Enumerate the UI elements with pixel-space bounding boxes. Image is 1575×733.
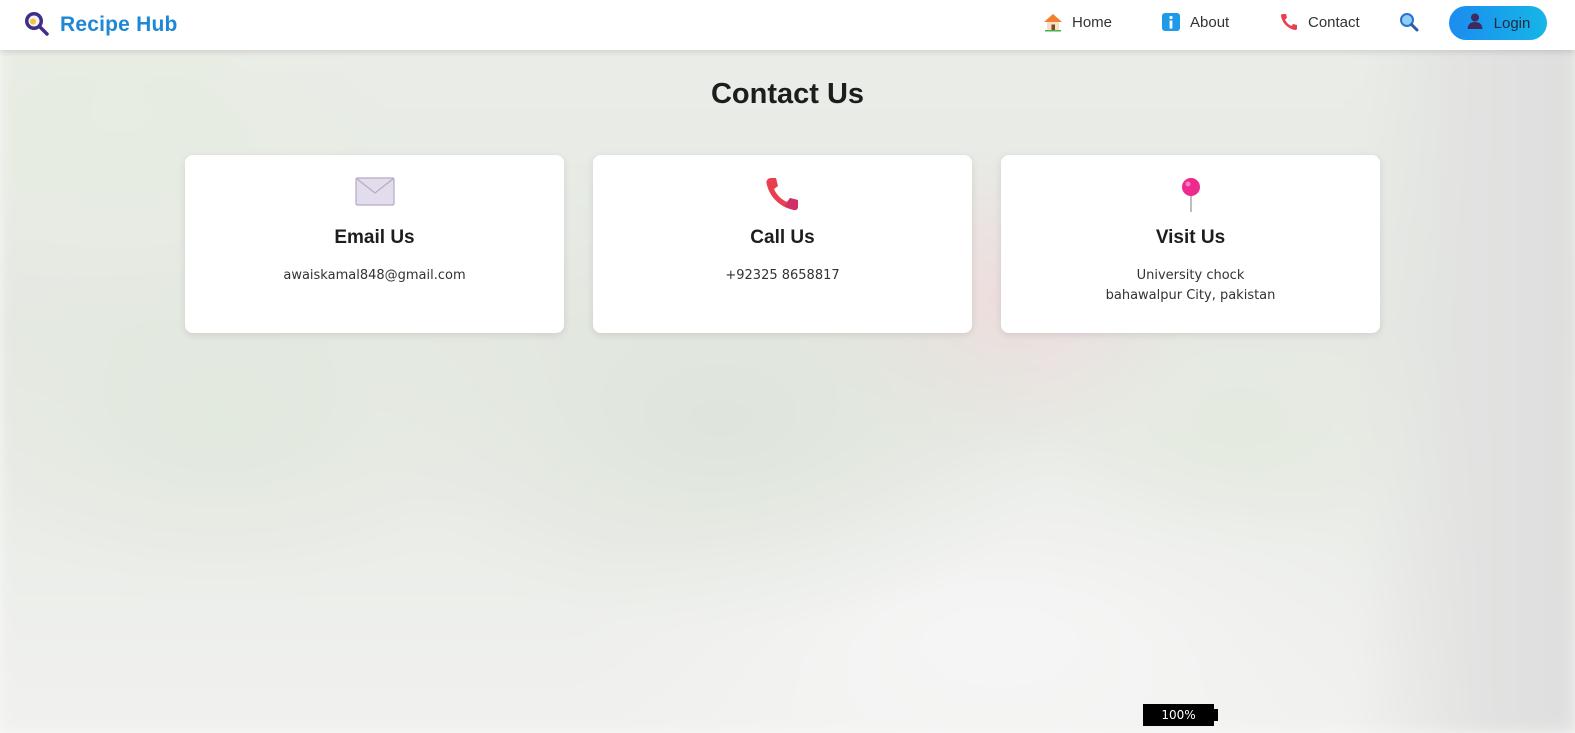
telephone-icon — [1279, 12, 1299, 32]
battery-indicator: 100% — [1143, 704, 1214, 726]
info-icon — [1161, 12, 1181, 32]
envelope-icon — [354, 175, 395, 215]
magnifier-icon — [1400, 13, 1419, 32]
top-navbar: Recipe Hub Home About Contact Login — [0, 0, 1575, 50]
search-button[interactable] — [1399, 12, 1421, 34]
address-line-1: University chock — [1136, 268, 1245, 283]
nav-about-label: About — [1190, 13, 1230, 31]
address-line-2: bahawalpur City, pakistan — [1105, 288, 1276, 303]
page-title: Contact Us — [710, 78, 865, 110]
nav-contact-label: Contact — [1308, 13, 1360, 31]
telephone-icon — [763, 175, 803, 215]
call-card-title: Call Us — [750, 227, 815, 248]
user-icon — [1466, 12, 1484, 34]
pin-icon — [1179, 175, 1203, 215]
phone-number[interactable]: +92325 8658817 — [593, 268, 972, 283]
login-button[interactable]: Login — [1449, 6, 1547, 40]
nav-home-label: Home — [1072, 13, 1113, 31]
brand-logo-link[interactable]: Recipe Hub — [22, 9, 178, 41]
visit-card: Visit Us University chock bahawalpur Cit… — [1001, 155, 1380, 333]
brand-name: Recipe Hub — [60, 13, 178, 36]
email-address[interactable]: awaiskamal848@gmail.com — [185, 268, 564, 283]
battery-nub — [1214, 709, 1218, 721]
email-card-title: Email Us — [334, 227, 415, 248]
house-icon — [1043, 12, 1063, 32]
email-card: Email Us awaiskamal848@gmail.com — [185, 155, 564, 333]
call-card: Call Us +92325 8658817 — [593, 155, 972, 333]
visit-card-title: Visit Us — [1155, 227, 1226, 248]
nav-about[interactable]: About — [1161, 12, 1229, 32]
nav-home[interactable]: Home — [1043, 12, 1112, 32]
logo-icon — [22, 9, 50, 41]
login-label: Login — [1493, 14, 1531, 32]
nav-contact[interactable]: Contact — [1279, 12, 1360, 32]
